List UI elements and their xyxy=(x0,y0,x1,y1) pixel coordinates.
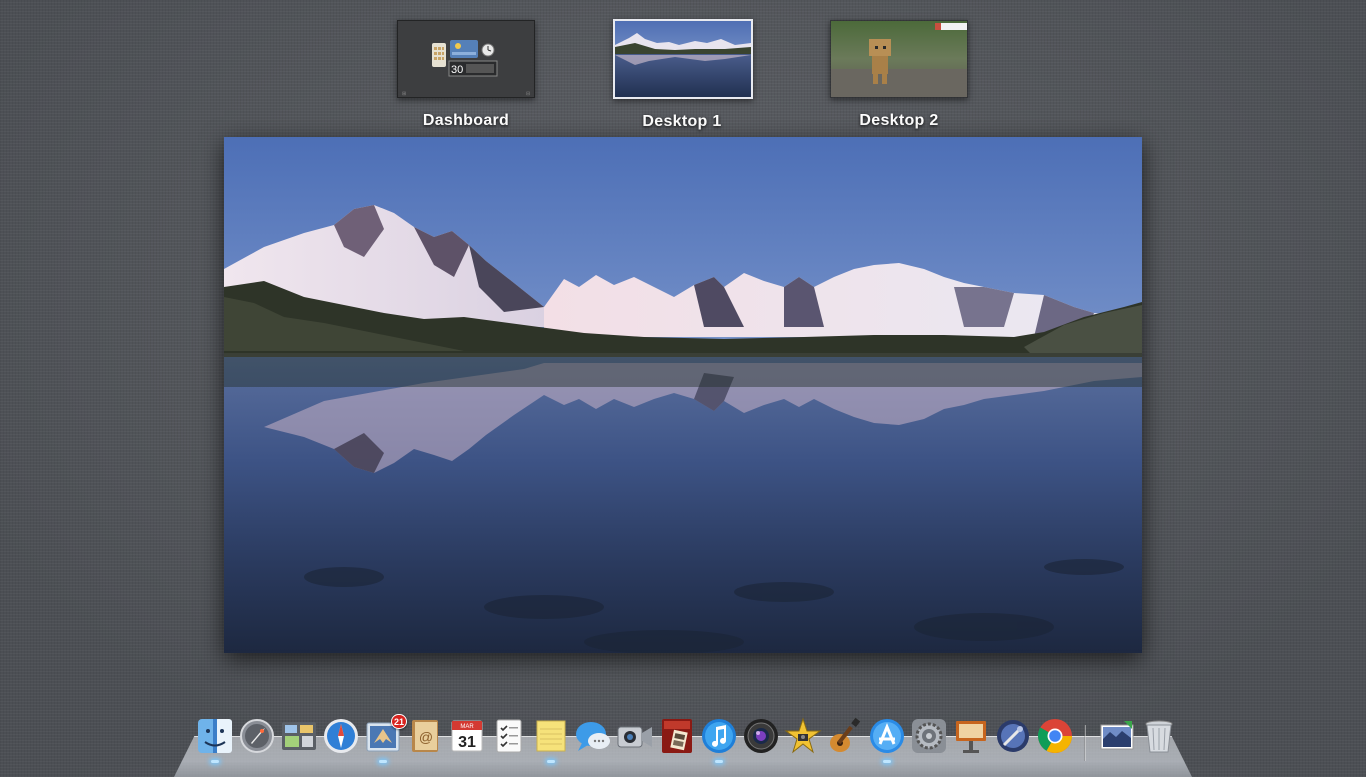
safari-icon xyxy=(324,719,358,753)
app-store-icon xyxy=(870,719,904,753)
dock-notes[interactable] xyxy=(532,717,570,763)
imovie-icon xyxy=(784,717,822,754)
dock-garageband[interactable] xyxy=(826,717,864,755)
contacts-icon: @ xyxy=(412,720,438,752)
dock-chrome[interactable] xyxy=(1036,717,1074,755)
dock-contacts[interactable]: @ xyxy=(406,717,444,755)
desktop-1-thumbnail[interactable] xyxy=(613,19,753,99)
launchpad-icon xyxy=(240,719,274,753)
calendar-icon: MAR 31 xyxy=(451,720,483,752)
space-label-desktop-1: Desktop 1 xyxy=(642,113,722,130)
dock-itunes[interactable] xyxy=(700,717,738,763)
running-indicator xyxy=(883,760,891,763)
running-indicator xyxy=(379,760,387,763)
dock-photo-booth[interactable] xyxy=(658,717,696,755)
dock-reminders[interactable] xyxy=(490,717,528,755)
desktop-2-thumbnail[interactable] xyxy=(830,20,968,98)
notes-icon xyxy=(536,720,566,752)
dock-messages[interactable] xyxy=(574,717,612,755)
dock-aperture[interactable] xyxy=(742,717,780,755)
dock-keynote[interactable] xyxy=(952,717,990,755)
trash-icon xyxy=(1145,720,1173,753)
dock-separator xyxy=(1084,725,1086,761)
svg-text:⊟: ⊟ xyxy=(526,91,530,97)
mission-control-icon xyxy=(282,722,316,750)
running-indicator xyxy=(211,760,219,763)
desktop-1-preview[interactable] xyxy=(224,137,1142,653)
space-desktop-1[interactable]: Desktop 1 xyxy=(613,19,753,131)
space-label-desktop-2: Desktop 2 xyxy=(859,112,939,129)
dock-calendar[interactable]: MAR 31 xyxy=(448,717,486,755)
spaces-bar: 30 ⊞ ⊟ Dashboard Desktop 1 Desktop 2 xyxy=(0,0,1366,136)
calendar-month: MAR xyxy=(460,724,474,730)
dock-safari[interactable] xyxy=(322,717,360,755)
svg-text:⊞: ⊞ xyxy=(402,91,406,97)
dock-preview[interactable] xyxy=(994,717,1032,755)
photo-booth-icon xyxy=(662,719,692,753)
dock-downloads-stack[interactable] xyxy=(1098,717,1136,755)
system-preferences-icon xyxy=(912,719,946,753)
dock-mission-control[interactable] xyxy=(280,717,318,755)
dashboard-widget-day: 30 xyxy=(451,64,463,76)
dashboard-thumbnail[interactable]: 30 ⊞ ⊟ xyxy=(397,20,535,98)
running-indicator xyxy=(547,760,555,763)
dock-finder[interactable] xyxy=(196,717,234,763)
messages-icon xyxy=(576,722,610,751)
mail-unread-badge: 21 xyxy=(390,714,407,729)
dock-facetime[interactable] xyxy=(616,717,654,755)
reminders-icon xyxy=(496,719,522,753)
dock-trash[interactable] xyxy=(1140,717,1178,755)
space-dashboard[interactable]: 30 ⊞ ⊟ Dashboard xyxy=(397,20,535,130)
running-indicator xyxy=(715,760,723,763)
dock-mail[interactable]: 21 xyxy=(364,714,407,763)
calendar-day: 31 xyxy=(458,734,476,751)
keynote-icon xyxy=(956,721,986,753)
chrome-icon xyxy=(1038,719,1072,753)
svg-text:@: @ xyxy=(419,729,433,745)
preview-icon xyxy=(997,720,1029,752)
image-file-icon xyxy=(1100,721,1134,750)
space-desktop-2[interactable]: Desktop 2 xyxy=(830,20,968,130)
space-label-dashboard: Dashboard xyxy=(422,112,510,129)
dock-app-store[interactable] xyxy=(868,717,906,763)
dock-imovie[interactable] xyxy=(784,717,822,755)
dock: 21 @ MAR 31 xyxy=(192,714,1182,763)
itunes-icon xyxy=(702,719,736,753)
camera-lens-icon xyxy=(744,719,778,753)
facetime-icon xyxy=(617,726,652,748)
garageband-icon xyxy=(830,717,861,752)
dock-launchpad[interactable] xyxy=(238,717,276,755)
finder-icon xyxy=(198,719,232,753)
dock-system-preferences[interactable] xyxy=(910,717,948,755)
